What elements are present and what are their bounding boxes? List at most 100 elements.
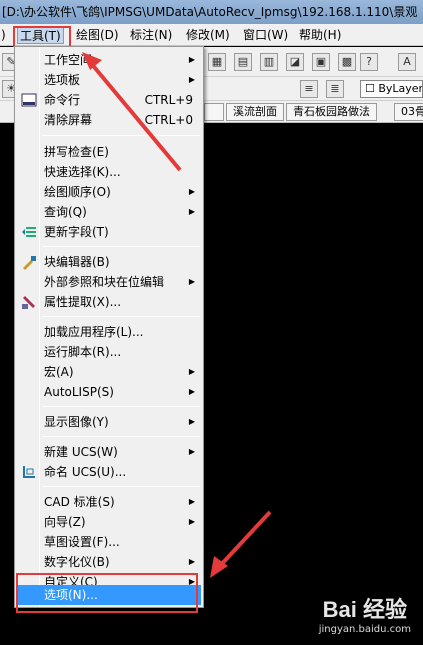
window-title: [D:\办公软件\飞鸽\IPMSG\UMData\AutoRecv_Ipmsg\… [0, 0, 423, 24]
tools-menu: 工作空间 ▶ 选项板 ▶ 命令行 CTRL+9 清除屏幕 CTRL+0 拼写检查… [14, 46, 204, 608]
menu-item-label: 选项板 [44, 73, 81, 87]
menu-item-label: 块编辑器(B) [44, 255, 110, 269]
menu-item-draw-order[interactable]: 绘图顺序(O) ▶ [17, 182, 201, 202]
submenu-arrow-icon: ▶ [188, 367, 195, 376]
update-fields-icon [22, 227, 36, 237]
image-icon[interactable]: ▣ [312, 53, 330, 71]
watermark-url: jingyan.baidu.com [318, 624, 411, 635]
submenu-arrow-icon: ▶ [188, 447, 195, 456]
menu-fragment: ) [1, 28, 6, 42]
attribute-extract-icon [22, 296, 35, 309]
calculator-icon[interactable]: ▩ [338, 53, 356, 71]
layer-prev-icon[interactable]: ≣ [326, 80, 344, 98]
menu-item-palettes[interactable]: 选项板 ▶ [17, 70, 201, 90]
menu-item-label: AutoLISP(S) [44, 385, 114, 399]
menu-item-label: 快速选择(K)... [44, 165, 121, 179]
tab-stream-section[interactable]: 溪流剖面 [226, 103, 284, 121]
menu-item-label: 草图设置(F)... [44, 535, 120, 549]
menu-item-label: 运行脚本(R)... [44, 345, 122, 359]
watermark: Bai 经验 jingyan.baidu.com [319, 592, 411, 635]
menu-item-label: 显示图像(Y) [44, 415, 109, 429]
menu-item-label: 外部参照和块在位编辑 [44, 275, 165, 289]
text-style-icon[interactable]: A [398, 53, 416, 71]
menu-item-clean-screen[interactable]: 清除屏幕 CTRL+0 [17, 110, 201, 130]
menu-item-macro[interactable]: 宏(A) ▶ [17, 362, 201, 382]
menu-item-label: 拼写检查(E) [44, 145, 109, 159]
menu-modify[interactable]: 修改(M) [186, 27, 230, 44]
menu-item-named-ucs[interactable]: 命名 UCS(U)... [17, 462, 201, 482]
menu-item-xref-edit[interactable]: 外部参照和块在位编辑 ▶ [17, 272, 201, 292]
menu-separator [42, 135, 200, 136]
checkbox-icon: ☐ [365, 82, 379, 95]
menu-item-label: 命令行 [44, 93, 81, 107]
table-icon[interactable]: ▤ [234, 53, 252, 71]
submenu-arrow-icon: ▶ [188, 187, 195, 196]
grid-icon[interactable]: ▦ [208, 53, 226, 71]
menu-draw[interactable]: 绘图(D) [76, 27, 119, 44]
menu-help[interactable]: 帮助(H) [299, 27, 341, 44]
menu-item-label: 查询(Q) [44, 205, 87, 219]
menu-item-label: 清除屏幕 [44, 113, 93, 127]
annotation-box-options [16, 573, 198, 613]
menu-item-label: 新建 UCS(W) [44, 445, 118, 459]
tab-truncated[interactable] [204, 103, 224, 121]
menu-item-spell-check[interactable]: 拼写检查(E) [17, 142, 201, 162]
menu-separator [42, 316, 200, 317]
menu-item-drafting-settings[interactable]: 草图设置(F)... [17, 532, 201, 552]
menu-item-label: 命名 UCS(U)... [44, 465, 127, 479]
gradient-icon[interactable]: ◪ [286, 53, 304, 71]
menu-separator [42, 436, 200, 437]
block-editor-icon [23, 256, 36, 270]
tab-stone-path[interactable]: 青石板园路做法 [286, 103, 377, 121]
tab-03[interactable]: 03骨 [394, 103, 423, 121]
menu-item-label: 向导(Z) [44, 515, 86, 529]
menu-item-command-line[interactable]: 命令行 CTRL+9 [17, 90, 201, 110]
layers-icon[interactable]: ▥ [260, 53, 278, 71]
menu-dimension[interactable]: 标注(N) [130, 27, 172, 44]
submenu-arrow-icon: ▶ [188, 417, 195, 426]
menu-item-label: 绘图顺序(O) [44, 185, 111, 199]
shortcut-label: CTRL+9 [144, 93, 193, 107]
submenu-arrow-icon: ▶ [188, 497, 195, 506]
menu-item-new-ucs[interactable]: 新建 UCS(W) ▶ [17, 442, 201, 462]
layer-state-icon[interactable]: ≡ [300, 80, 318, 98]
menu-item-inquiry[interactable]: 查询(Q) ▶ [17, 202, 201, 222]
menu-item-quick-select[interactable]: 快速选择(K)... [17, 162, 201, 182]
menu-item-wizards[interactable]: 向导(Z) ▶ [17, 512, 201, 532]
color-combo[interactable]: ☐ ByLayer [360, 80, 423, 98]
submenu-arrow-icon: ▶ [188, 517, 195, 526]
submenu-arrow-icon: ▶ [188, 55, 195, 64]
menu-separator [42, 406, 200, 407]
menu-item-autolisp[interactable]: AutoLISP(S) ▶ [17, 382, 201, 402]
menu-item-cad-standards[interactable]: CAD 标准(S) ▶ [17, 492, 201, 512]
annotation-box-tools [13, 26, 71, 48]
menu-item-label: 数字化仪(B) [44, 555, 110, 569]
menu-item-tablet[interactable]: 数字化仪(B) ▶ [17, 552, 201, 572]
menu-item-load-application[interactable]: 加载应用程序(L)... [17, 322, 201, 342]
menu-item-block-editor[interactable]: 块编辑器(B) [17, 252, 201, 272]
menu-item-update-fields[interactable]: 更新字段(T) [17, 222, 201, 242]
baidu-logo: Bai 经验 [322, 597, 408, 622]
arrow-to-options-icon [210, 510, 272, 578]
help-icon[interactable]: ? [360, 53, 378, 71]
submenu-arrow-icon: ▶ [188, 75, 195, 84]
menu-item-label: 加载应用程序(L)... [44, 325, 144, 339]
command-line-icon [21, 93, 37, 107]
menu-item-label: 属性提取(X)... [44, 295, 122, 309]
menu-item-label: 更新字段(T) [44, 225, 109, 239]
menu-item-label: 宏(A) [44, 365, 74, 379]
menu-item-display-image[interactable]: 显示图像(Y) ▶ [17, 412, 201, 432]
menu-separator [42, 246, 200, 247]
ucs-icon [23, 466, 35, 478]
menu-item-label: 工作空间 [44, 53, 93, 67]
menu-item-workspace[interactable]: 工作空间 ▶ [17, 50, 201, 70]
menu-item-run-script[interactable]: 运行脚本(R)... [17, 342, 201, 362]
color-combo-value: ByLayer [378, 82, 423, 95]
submenu-arrow-icon: ▶ [188, 387, 195, 396]
menu-item-attribute-extract[interactable]: 属性提取(X)... [17, 292, 201, 312]
submenu-arrow-icon: ▶ [188, 277, 195, 286]
submenu-arrow-icon: ▶ [188, 207, 195, 216]
menu-window[interactable]: 窗口(W) [243, 27, 288, 44]
menu-separator [42, 486, 200, 487]
menu-item-label: CAD 标准(S) [44, 495, 115, 509]
